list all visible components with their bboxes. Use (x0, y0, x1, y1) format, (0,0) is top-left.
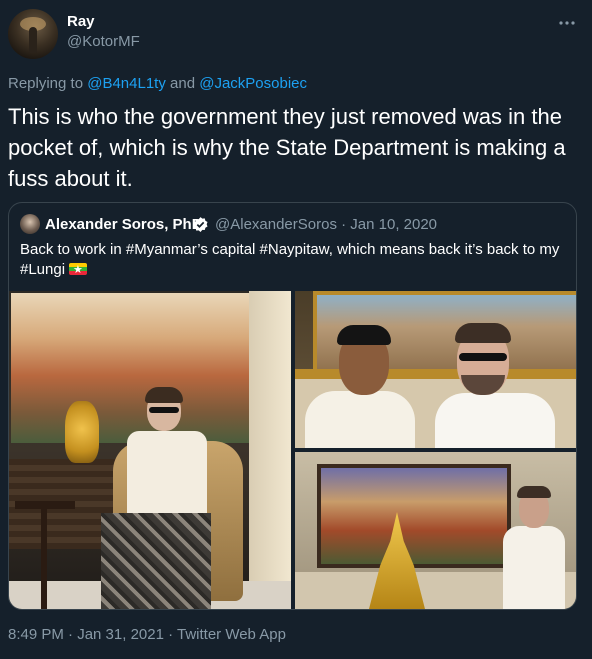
avatar-figure (29, 27, 37, 53)
photo2-body-right (435, 393, 555, 448)
photo1-hair (145, 387, 183, 403)
photo-two-men[interactable] (295, 291, 576, 448)
quoted-author-name[interactable]: Alexander Soros, PhD (45, 216, 203, 233)
photo3-painting (317, 464, 511, 568)
photo1-side-table (15, 501, 75, 609)
photo2-hair-right (455, 323, 511, 343)
reply-context: Replying to @B4n4L1ty and @JackPosobiec (8, 75, 307, 92)
photo3-body (503, 526, 565, 609)
photo-chair-portrait[interactable] (9, 291, 291, 609)
photo1-golden-vase (65, 401, 99, 463)
quoted-author-handle[interactable]: @AlexanderSoros · Jan 10, 2020 (215, 216, 437, 233)
tweet-timestamp[interactable]: 8:49 PM · Jan 31, 2021 · Twitter Web App (8, 626, 286, 643)
quoted-tweet-text: Back to work in #Myanmar’s capital #Nayp… (20, 240, 568, 280)
reply-and: and (170, 75, 196, 92)
photo2-glasses (459, 353, 507, 361)
quoted-tweet[interactable]: Alexander Soros, PhD @AlexanderSoros · J… (8, 202, 577, 610)
photo2-hair-left (337, 325, 391, 345)
quoted-avatar[interactable] (20, 214, 40, 234)
reply-prefix: Replying to (8, 75, 84, 92)
quoted-text-body: Back to work in #Myanmar’s capital #Nayp… (20, 241, 560, 278)
photo2-body-left (305, 391, 415, 448)
photo1-shirt (127, 431, 207, 521)
more-horizontal-icon[interactable] (558, 14, 576, 28)
verified-svg (193, 217, 208, 232)
photo1-lungi (101, 513, 211, 609)
photo1-painting (11, 293, 249, 443)
photo2-frame (295, 369, 576, 379)
more-dots-svg (559, 21, 575, 25)
myanmar-flag-icon (69, 260, 88, 280)
verified-badge-icon (192, 216, 209, 233)
avatar[interactable] (8, 9, 58, 59)
author-name[interactable]: Ray (67, 13, 95, 30)
reply-mention-1[interactable]: @B4n4L1ty (87, 75, 166, 92)
photo-standing-room[interactable] (295, 452, 576, 609)
tweet-text: This is who the government they just rem… (8, 104, 566, 191)
author-handle[interactable]: @KotorMF (67, 33, 140, 50)
reply-mention-2[interactable]: @JackPosobiec (199, 75, 307, 92)
photo1-glasses (149, 407, 179, 413)
photo3-hair (517, 486, 551, 498)
photo1-wall (249, 291, 291, 609)
